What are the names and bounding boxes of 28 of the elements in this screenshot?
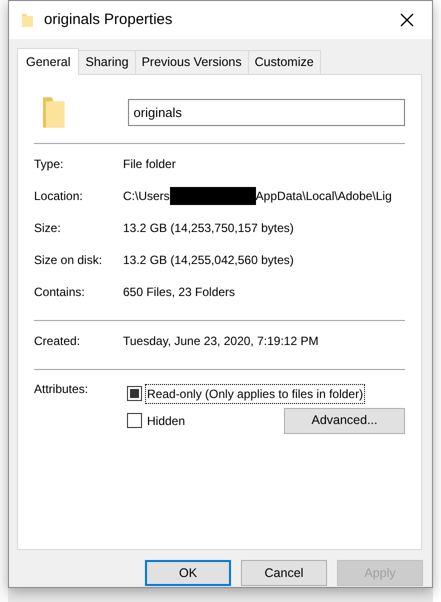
checkbox[interactable]	[127, 413, 142, 428]
close-icon	[400, 13, 414, 27]
property-value: 13.2 GB (14,255,042,560 bytes)	[123, 252, 294, 269]
checkbox-label[interactable]: Hidden	[146, 412, 186, 430]
property-label: Location:	[34, 188, 84, 205]
tab[interactable]: Customize	[248, 50, 321, 74]
property-label: Created:	[34, 333, 82, 350]
property-label: Contains:	[34, 284, 86, 301]
property-label: Attributes:	[34, 381, 90, 398]
property-value: 650 Files, 23 Folders	[123, 284, 236, 301]
property-value: Tuesday, June 23, 2020, 7:19:12 PM	[123, 333, 318, 350]
dialog-button[interactable]: Cancel	[241, 560, 327, 586]
checkbox[interactable]	[127, 386, 142, 401]
property-value: File folder	[123, 156, 176, 173]
property-label: Size:	[34, 220, 62, 237]
tab[interactable]: General	[17, 48, 80, 75]
window-title: originals Properties	[44, 10, 174, 30]
property-label: Type:	[34, 156, 64, 173]
name-field[interactable]: originals	[128, 98, 405, 126]
folder-icon	[42, 95, 66, 129]
checkbox-label[interactable]: Read-only (Only applies to files in folder)	[146, 384, 364, 402]
dialog-button[interactable]: OK	[145, 560, 231, 586]
folder-icon	[21, 12, 34, 28]
property-value: C:\Users	[123, 188, 170, 205]
property-label: Size on disk:	[34, 252, 104, 269]
advanced-button[interactable]: Advanced...	[284, 408, 405, 434]
property-value: AppData\Local\Adobe\Lig	[256, 188, 392, 205]
property-value: 13.2 GB (14,253,750,157 bytes)	[123, 220, 294, 237]
